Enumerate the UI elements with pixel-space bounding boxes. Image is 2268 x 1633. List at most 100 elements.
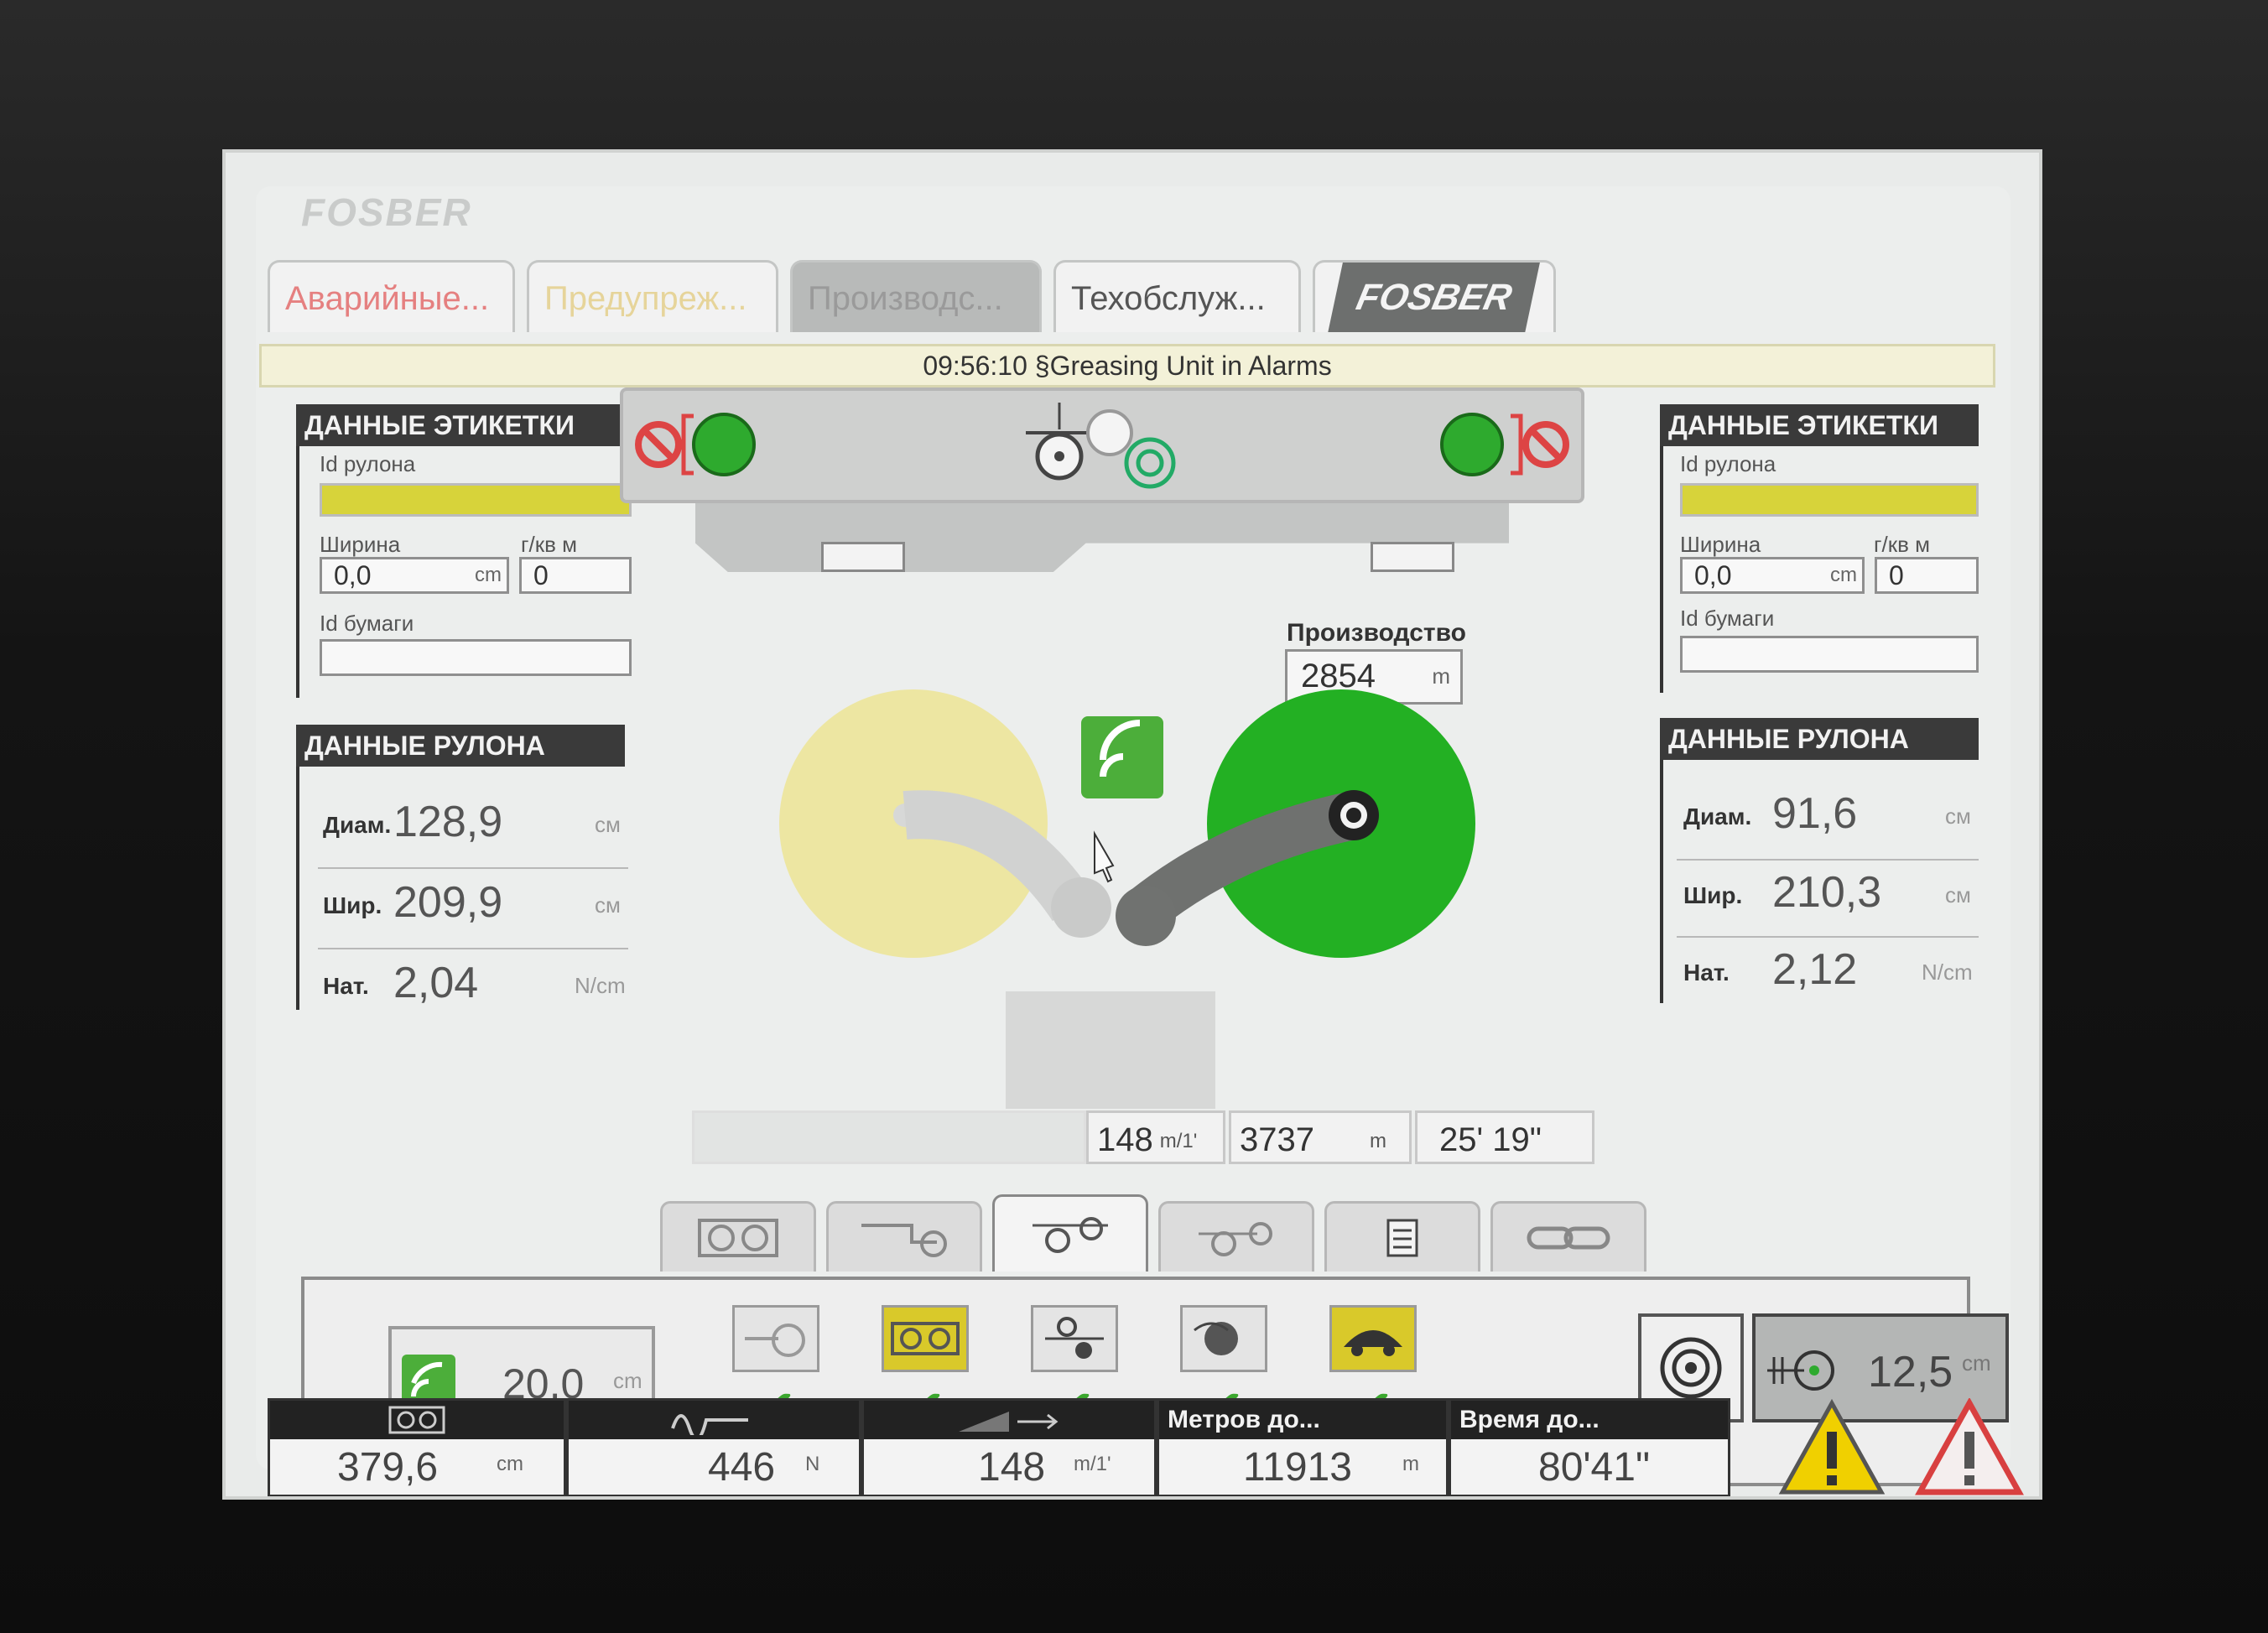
left-arm-pivot (1051, 877, 1111, 938)
splice-tool-icon (745, 1324, 805, 1357)
left-gsm-label: г/кв м (521, 532, 577, 557)
left-width-value: 0,0 (334, 560, 372, 590)
right-roll-panel-title: ДАННЫЕ РУЛОНА (1660, 718, 1979, 760)
tab-production[interactable]: Производс... (790, 260, 1042, 332)
left-diam-unit: см (595, 812, 621, 837)
carriage-icon (1344, 1330, 1402, 1356)
right-width-label: Ширина (1680, 532, 1761, 557)
right-width-value: 0,0 (1694, 560, 1732, 590)
left-clamp-icon (692, 413, 756, 476)
strip-speed: 148 m/1' (1086, 1110, 1225, 1164)
left-roll-id-field[interactable] (320, 483, 632, 517)
subtab-link[interactable] (1490, 1201, 1646, 1272)
device-splice-tool[interactable] (732, 1305, 819, 1372)
tab-warnings[interactable]: Предупреж... (527, 260, 778, 332)
splice-distance-unit: cm (1962, 1350, 1991, 1376)
bottom-tension-value: 446 (708, 1445, 776, 1490)
right-paper-id-field[interactable] (1680, 636, 1979, 673)
spiral-icon (1660, 1337, 1722, 1399)
tab-maintenance[interactable]: Техобслуж... (1053, 260, 1301, 332)
bottom-meters-to: Метров до... 11913 m (1157, 1398, 1449, 1496)
left-width-label: Ширина (320, 532, 401, 557)
left-width-row-unit: см (595, 892, 621, 918)
left-roll-id-label: Id рулона (320, 451, 416, 476)
subtab-rolls[interactable] (660, 1201, 816, 1272)
right-label-panel-title: ДАННЫЕ ЭТИКЕТКИ (1660, 404, 1979, 446)
subtab-unwinder[interactable] (1158, 1201, 1314, 1272)
right-gsm-label: г/кв м (1874, 532, 1930, 557)
left-width-field[interactable]: 0,0 cm (320, 557, 509, 594)
chain-link-icon (1527, 1226, 1610, 1249)
right-width-unit: cm (1830, 564, 1857, 586)
time-to-label: Время до... (1451, 1401, 1728, 1439)
meters-to-unit: m (1402, 1453, 1419, 1475)
subtab-document[interactable] (1324, 1201, 1480, 1272)
right-roll-id-field[interactable] (1680, 483, 1979, 517)
right-tension-unit: N/cm (1922, 960, 1973, 985)
right-width-row-label: Шир. (1683, 882, 1743, 908)
right-width-row-value: 210,3 (1772, 868, 1882, 917)
left-tension-value: 2,04 (393, 959, 479, 1007)
right-gsm-field[interactable]: 0 (1875, 557, 1979, 594)
subtab-splicer[interactable] (992, 1194, 1148, 1272)
right-width-field[interactable]: 0,0 cm (1680, 557, 1865, 594)
left-width-row-label: Шир. (323, 892, 382, 918)
left-diam-value: 128,9 (393, 798, 503, 846)
alarm-message-bar[interactable]: 09:56:10 §Greasing Unit in Alarms (259, 344, 1995, 387)
hmi-screen: FOSBER Аварийные... Предупреж... Произво… (222, 149, 2042, 1500)
left-roll-panel-title: ДАННЫЕ РУЛОНА (296, 725, 625, 767)
left-tension-label: Нат. (323, 973, 369, 999)
device-carriage[interactable] (1329, 1305, 1417, 1372)
splicer-roller-icon (1026, 403, 1133, 481)
device-knife[interactable] (1031, 1305, 1118, 1372)
left-roll-panel-edge (296, 767, 299, 1010)
splice-distance-value: 12,5 (1868, 1348, 1953, 1396)
right-clamp-icon (1440, 413, 1504, 476)
document-icon (1386, 1219, 1418, 1256)
speed-ramp-icon (864, 1401, 1154, 1439)
right-width-row-unit: см (1945, 882, 1971, 908)
fosber-logo: FOSBER (301, 190, 472, 234)
tab-alarms[interactable]: Аварийные... (268, 260, 515, 332)
arm-base (1006, 991, 1215, 1109)
right-paper-id-label: Id бумаги (1680, 606, 1775, 631)
bottom-diameter: 379,6 cm (268, 1398, 566, 1496)
alarm-icon[interactable] (1915, 1398, 2024, 1497)
right-tension-label: Нат. (1683, 960, 1730, 986)
meters-to-value: 11913 (1243, 1445, 1352, 1490)
right-row-divider (1677, 936, 1979, 938)
bottom-speed-value: 148 (978, 1445, 1046, 1490)
tension-wave-icon (569, 1401, 859, 1441)
bottom-speed-unit: m/1' (1074, 1453, 1111, 1475)
subtab-conveyor[interactable] (826, 1201, 982, 1272)
feed-length-unit: cm (613, 1368, 642, 1393)
right-row-divider (1677, 859, 1979, 861)
left-gsm-field[interactable]: 0 (519, 557, 632, 594)
fosber-tab-logo: FOSBER (1327, 263, 1542, 332)
left-paper-id-field[interactable] (320, 639, 632, 676)
tab-fosber[interactable]: FOSBER (1313, 260, 1556, 332)
strip-speed-unit: m/1' (1159, 1130, 1198, 1153)
bottom-diameter-value: 379,6 (337, 1445, 439, 1490)
spiral-icon (1124, 437, 1176, 489)
meters-to-label: Метров до... (1159, 1401, 1446, 1439)
splicer-icon (1033, 1216, 1108, 1253)
strip-time: 25' 19" (1415, 1110, 1594, 1164)
time-to-value: 80'41" (1538, 1445, 1650, 1490)
device-brake[interactable] (1180, 1305, 1267, 1372)
warning-icon[interactable] (1777, 1398, 1886, 1497)
strip-speed-value: 148 (1097, 1121, 1153, 1158)
bottom-tension: 446 N (566, 1398, 861, 1496)
right-roll-id-label: Id рулона (1680, 451, 1776, 476)
double-roll-head-icon (270, 1401, 564, 1439)
strip-length-value: 3737 (1240, 1121, 1314, 1158)
right-roll-panel-edge (1660, 760, 1663, 1003)
right-stop-icon (1522, 421, 1569, 468)
bottom-tension-unit: N (805, 1453, 820, 1475)
device-rollers[interactable] (882, 1305, 969, 1372)
left-slot (821, 542, 905, 572)
right-slot (1371, 542, 1454, 572)
left-row-divider (318, 867, 628, 869)
left-label-panel-edge (296, 446, 299, 698)
status-strip-blank (692, 1110, 1086, 1164)
